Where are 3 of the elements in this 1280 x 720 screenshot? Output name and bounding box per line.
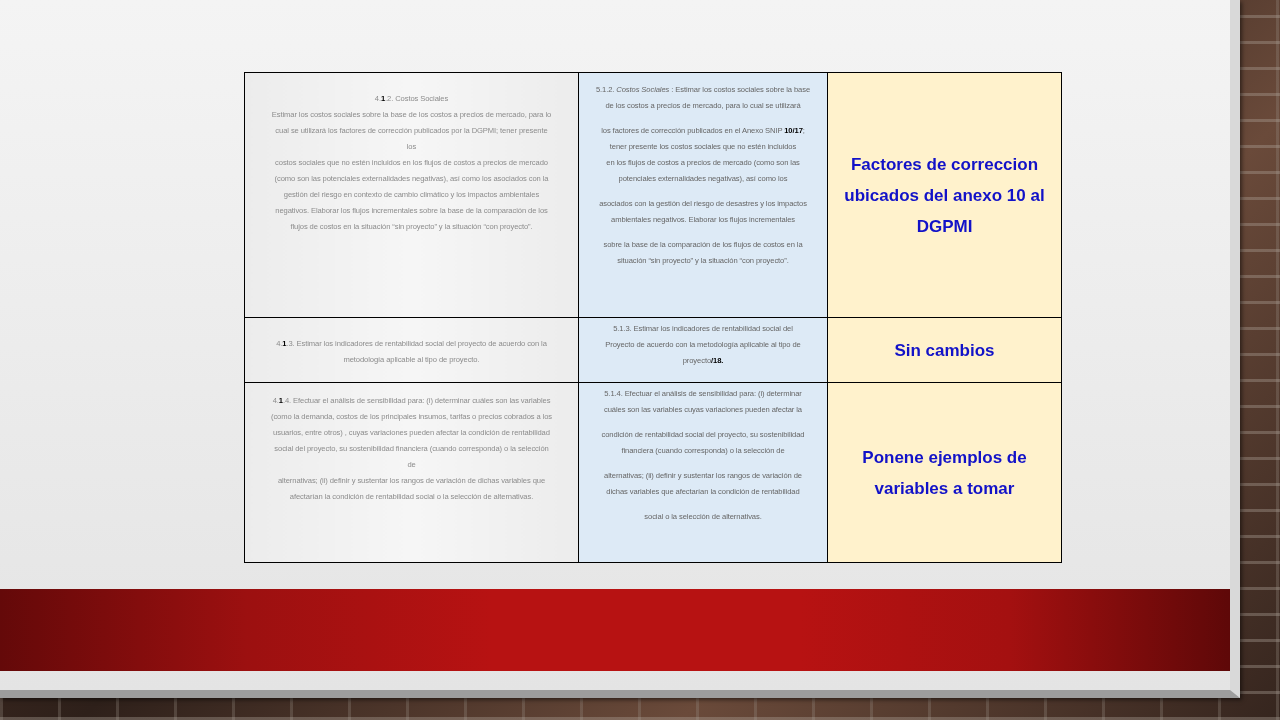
comment-text: Ponene ejemplos de variables a tomar bbox=[861, 446, 1028, 500]
comment-text: Sin cambios bbox=[893, 339, 996, 362]
comment-text: Factores de correccion ubicados del anexo 10 al DGPMI bbox=[843, 153, 1046, 238]
